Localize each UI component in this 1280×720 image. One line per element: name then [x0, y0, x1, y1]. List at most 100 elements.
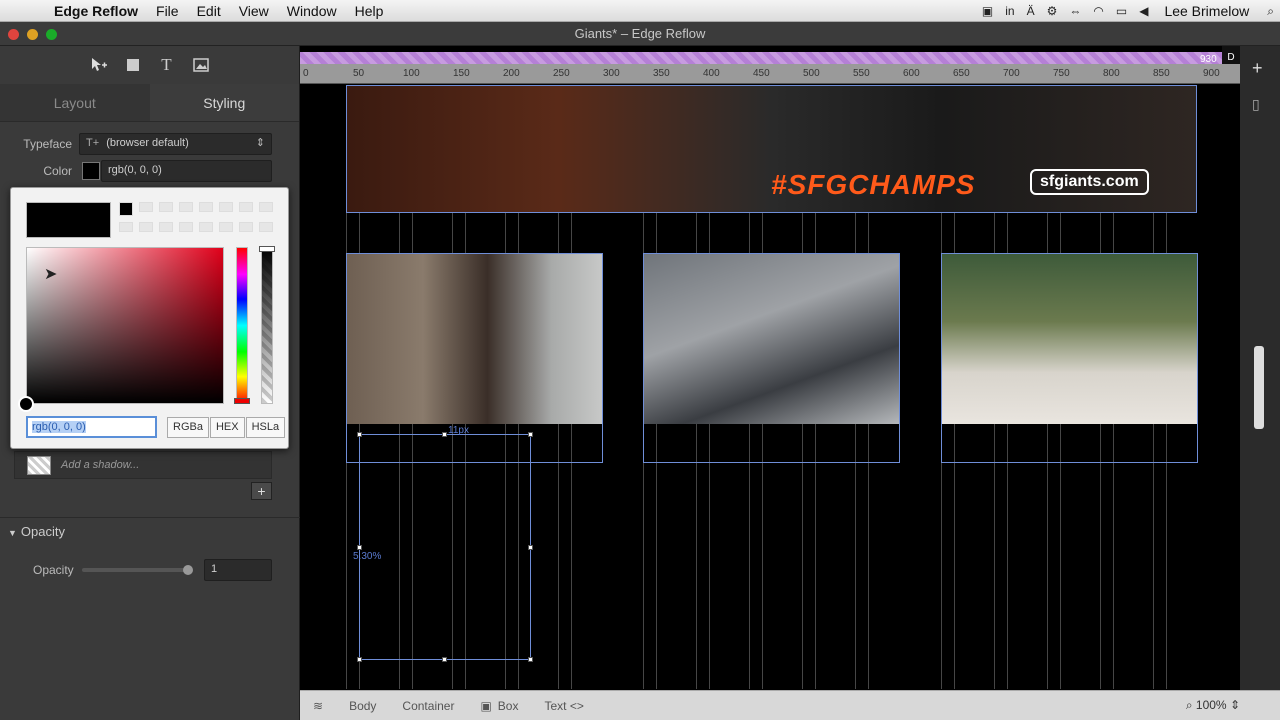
swatch-empty[interactable]: [179, 222, 193, 232]
ruler-tick-label: 50: [353, 68, 365, 79]
mode-hex-button[interactable]: HEX: [209, 417, 245, 438]
ruler-tick-label: 750: [1053, 68, 1070, 79]
alpha-slider-handle[interactable]: [259, 246, 275, 252]
card-box-1[interactable]: [346, 253, 603, 463]
breadcrumb-body[interactable]: Body: [336, 699, 389, 713]
color-mode-buttons: RGBa HEX HSLa: [167, 417, 286, 438]
menu-help[interactable]: Help: [346, 3, 393, 19]
swatch-black[interactable]: [119, 202, 133, 216]
color-swatch[interactable]: [82, 162, 100, 180]
breakpoint-bar[interactable]: D: [300, 46, 1240, 70]
mode-hsla-button[interactable]: HSLa: [245, 417, 286, 438]
vertical-scrollbar-thumb[interactable]: [1254, 346, 1264, 429]
resize-handle[interactable]: [528, 657, 533, 662]
page-canvas[interactable]: #SFGCHAMPS sfgiants.com 11px 5.30%: [300, 85, 1240, 689]
swatch-empty[interactable]: [239, 202, 253, 212]
color-label: Color: [43, 164, 72, 178]
zoom-control[interactable]: ⌕ 100% ⇕: [1186, 698, 1240, 713]
adobe-icon[interactable]: Ä: [1021, 4, 1041, 18]
linkedin-icon[interactable]: in: [999, 4, 1020, 18]
tab-styling[interactable]: Styling: [149, 84, 299, 121]
text-tool-icon[interactable]: T: [157, 55, 177, 75]
menu-window[interactable]: Window: [278, 3, 346, 19]
resize-handle[interactable]: [442, 657, 447, 662]
add-shadow-button[interactable]: +: [251, 482, 272, 500]
sync-icon[interactable]: ⚙: [1041, 4, 1064, 18]
ruler-tick-label: 650: [953, 68, 970, 79]
swatch-empty[interactable]: [119, 222, 133, 232]
selected-box[interactable]: [359, 434, 531, 660]
swatch-empty[interactable]: [259, 202, 273, 212]
shadow-placeholder: Add a shadow...: [61, 459, 140, 471]
camera-icon[interactable]: ▣: [976, 4, 999, 18]
tab-layout[interactable]: Layout: [0, 84, 150, 121]
battery-icon[interactable]: ▭: [1110, 4, 1133, 18]
swatch-empty[interactable]: [199, 222, 213, 232]
breadcrumb-text-label: Text: [544, 698, 567, 713]
hue-slider-handle[interactable]: [234, 398, 250, 404]
box-tool-icon[interactable]: [123, 55, 143, 75]
menu-edit[interactable]: Edit: [188, 3, 230, 19]
wifi-icon[interactable]: ◠: [1087, 4, 1109, 18]
color-value-field[interactable]: rgb(0, 0, 0): [101, 160, 272, 182]
swatch-empty[interactable]: [179, 202, 193, 212]
breadcrumb-box[interactable]: ▣ Box: [467, 699, 531, 713]
network-icon[interactable]: ⇔: [1063, 4, 1087, 18]
shadow-row[interactable]: Add a shadow...: [14, 451, 272, 479]
user-name[interactable]: Lee Brimelow: [1154, 3, 1261, 19]
window-title: Giants* – Edge Reflow: [574, 26, 706, 41]
ruler-tick-label: 900: [1203, 68, 1220, 79]
ruler-tick-label: 350: [653, 68, 670, 79]
breadcrumb-container[interactable]: Container: [389, 699, 467, 713]
ruler-tick-label: 550: [853, 68, 870, 79]
layers-icon[interactable]: ≋: [300, 699, 336, 713]
resize-handle[interactable]: [528, 432, 533, 437]
shadow-swatch[interactable]: [27, 456, 51, 475]
banner-box-outline[interactable]: [346, 85, 1197, 213]
ruler-tick-label: 450: [753, 68, 770, 79]
resize-handle[interactable]: [528, 545, 533, 550]
opacity-slider[interactable]: [82, 565, 193, 575]
resize-handle[interactable]: [357, 657, 362, 662]
swatch-empty[interactable]: [159, 202, 173, 212]
color-value-input[interactable]: rgb(0, 0, 0): [26, 416, 157, 438]
swatch-empty[interactable]: [199, 202, 213, 212]
resize-handle[interactable]: [442, 432, 447, 437]
menu-view[interactable]: View: [230, 3, 278, 19]
volume-icon[interactable]: ◀: [1133, 4, 1154, 18]
typeface-row: Typeface T+ (browser default) ⇕: [0, 133, 300, 155]
breadcrumb-text[interactable]: Text <>: [531, 699, 596, 713]
menu-file[interactable]: File: [147, 3, 188, 19]
card-box-2[interactable]: [643, 253, 900, 463]
swatch-empty[interactable]: [219, 222, 233, 232]
swatch-empty[interactable]: [219, 202, 233, 212]
horizontal-ruler: 0 50 100 150 200 250 300 350 400 450 500 550 600 650 7…: [300, 64, 1240, 84]
color-picker-handle[interactable]: [18, 396, 34, 412]
panel-toggle-icon[interactable]: ▯: [1252, 96, 1260, 113]
alpha-slider[interactable]: [259, 246, 275, 404]
breadcrumb-bar: ≋ Body Container ▣ Box Text <> ⌕ 100% ⇕: [300, 690, 1280, 720]
add-breakpoint-icon[interactable]: +: [1252, 58, 1263, 79]
image-tool-icon[interactable]: [191, 55, 211, 75]
spotlight-search-icon[interactable]: ⌕: [1261, 4, 1280, 19]
swatch-empty[interactable]: [239, 222, 253, 232]
zoom-icon: ⌕: [1185, 698, 1193, 712]
tool-bar: T: [0, 46, 299, 84]
card-box-3[interactable]: [941, 253, 1198, 463]
mode-rgba-button[interactable]: RGBa: [167, 417, 209, 438]
swatch-empty[interactable]: [139, 222, 153, 232]
opacity-input[interactable]: 1: [204, 559, 272, 581]
resize-handle[interactable]: [357, 545, 362, 550]
select-tool-icon[interactable]: [89, 55, 109, 75]
resize-handle[interactable]: [357, 432, 362, 437]
swatch-empty[interactable]: [139, 202, 153, 212]
panel-tabs: Layout Styling: [0, 84, 299, 122]
opacity-section-header[interactable]: ▼ Opacity: [8, 524, 65, 539]
menu-app-name[interactable]: Edge Reflow: [44, 3, 147, 19]
opacity-slider-handle[interactable]: [183, 565, 193, 575]
swatch-empty[interactable]: [159, 222, 173, 232]
hue-slider[interactable]: [234, 247, 250, 404]
swatch-empty[interactable]: [259, 222, 273, 232]
typeface-select[interactable]: T+ (browser default) ⇕: [79, 133, 272, 155]
spacing-measure-label: 11px: [448, 425, 469, 436]
